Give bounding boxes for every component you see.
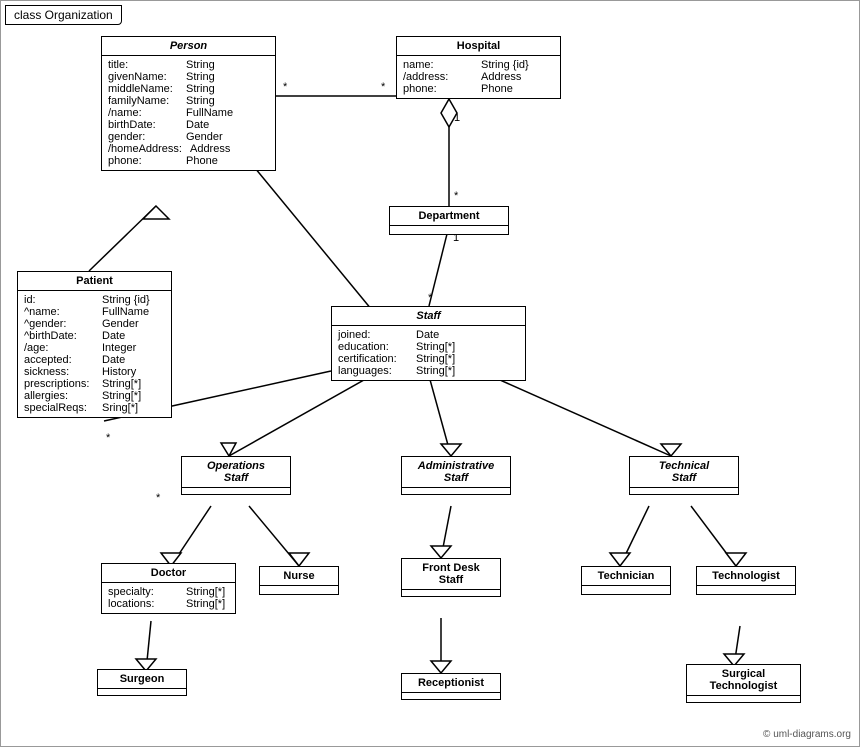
technical-staff-attrs [630,488,738,494]
hospital-class: Hospital name:String {id} /address:Addre… [396,36,561,99]
svg-text:*: * [156,492,161,504]
diagram-container: class Organization * * 1 * 1 * [0,0,860,747]
doctor-class-name: Doctor [102,564,235,583]
operations-staff-class: Operations Staff [181,456,291,495]
staff-attrs: joined:Date education:String[*] certific… [332,326,525,380]
front-desk-class: Front Desk Staff [401,558,501,597]
operations-staff-name: Operations Staff [182,457,290,488]
nurse-attrs [260,586,338,594]
admin-staff-class: Administrative Staff [401,456,511,495]
technician-attrs [582,586,670,594]
front-desk-attrs [402,590,500,596]
svg-text:*: * [283,81,288,93]
technologist-class: Technologist [696,566,796,595]
svg-text:*: * [381,81,386,93]
doctor-class: Doctor specialty:String[*] locations:Str… [101,563,236,614]
nurse-class: Nurse [259,566,339,595]
person-attrs: title:String givenName:String middleName… [102,56,275,170]
admin-staff-name: Administrative Staff [402,457,510,488]
svg-text:*: * [428,292,433,304]
technologist-attrs [697,586,795,594]
svg-text:1: 1 [454,112,460,124]
receptionist-class: Receptionist [401,673,501,700]
surgeon-name: Surgeon [98,670,186,689]
copyright: © uml-diagrams.org [763,729,851,740]
receptionist-attrs [402,693,500,699]
person-class: Person title:String givenName:String mid… [101,36,276,171]
technician-class: Technician [581,566,671,595]
surgeon-attrs [98,689,186,695]
staff-class: Staff joined:Date education:String[*] ce… [331,306,526,381]
surgical-technologist-name: Surgical Technologist [687,665,800,696]
nurse-class-name: Nurse [260,567,338,586]
patient-class-name: Patient [18,272,171,291]
department-class: Department [389,206,509,235]
technologist-name: Technologist [697,567,795,586]
svg-text:*: * [454,190,459,202]
admin-staff-attrs [402,488,510,494]
technical-staff-name: Technical Staff [630,457,738,488]
operations-staff-attrs [182,488,290,494]
front-desk-name: Front Desk Staff [402,559,500,590]
department-class-name: Department [390,207,508,226]
staff-class-name: Staff [332,307,525,326]
surgical-technologist-attrs [687,696,800,702]
hospital-class-name: Hospital [397,37,560,56]
technician-name: Technician [582,567,670,586]
surgical-technologist-class: Surgical Technologist [686,664,801,703]
patient-class: Patient id:String {id} ^name:FullName ^g… [17,271,172,418]
svg-text:*: * [106,432,111,444]
hospital-attrs: name:String {id} /address:Address phone:… [397,56,560,98]
doctor-attrs: specialty:String[*] locations:String[*] [102,583,235,613]
surgeon-class: Surgeon [97,669,187,696]
receptionist-name: Receptionist [402,674,500,693]
patient-attrs: id:String {id} ^name:FullName ^gender:Ge… [18,291,171,417]
technical-staff-class: Technical Staff [629,456,739,495]
diagram-title: class Organization [5,5,122,25]
department-attrs [390,226,508,234]
person-class-name: Person [102,37,275,56]
